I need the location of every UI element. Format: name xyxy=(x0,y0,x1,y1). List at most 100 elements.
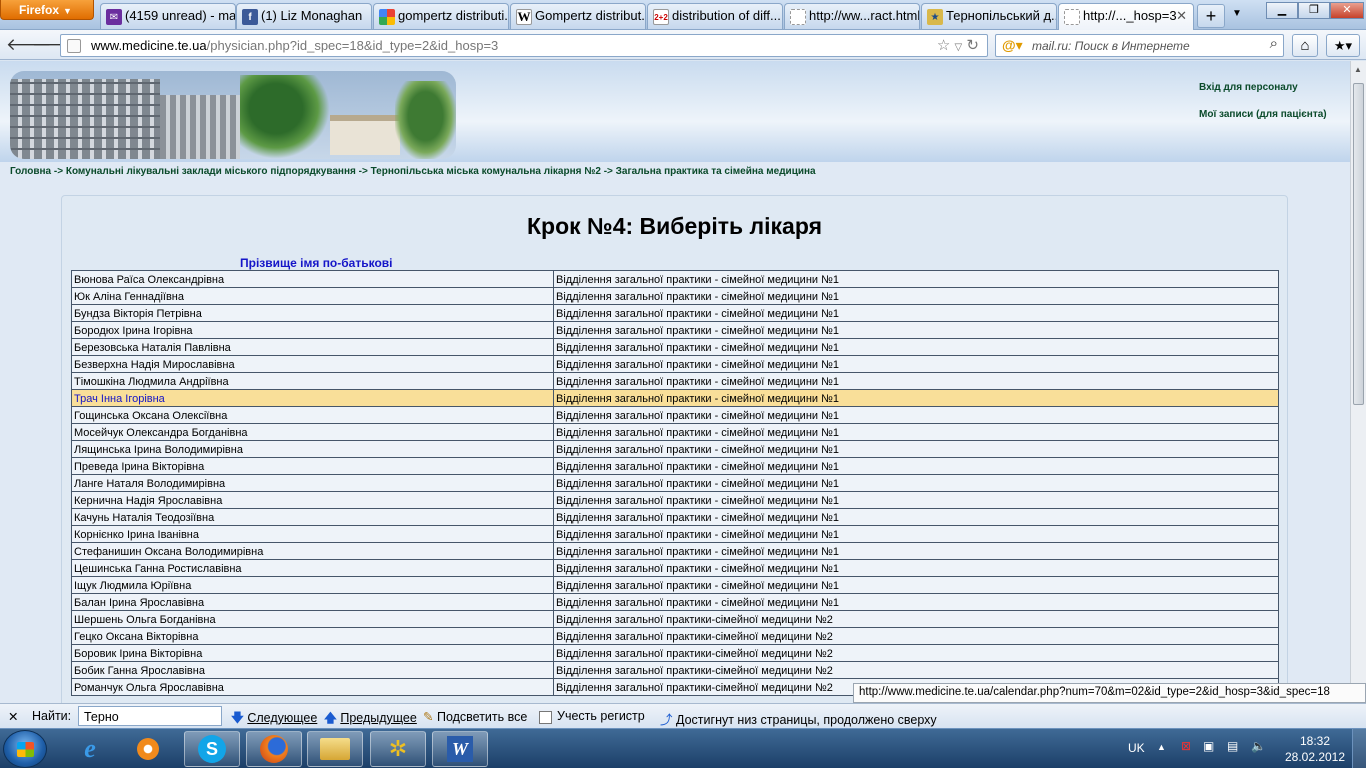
history-dropdown-icon[interactable]: ▽ xyxy=(955,42,963,53)
doctor-row[interactable]: Трач Інна Ігорівна Відділення загальної п… xyxy=(71,389,1279,407)
highlight-all-button[interactable]: ✎ Подсветить все xyxy=(423,709,527,724)
volume-icon[interactable]: 🔈 xyxy=(1251,739,1266,753)
doctor-row[interactable]: Корнієнко Ірина Іванівна Відділення загал… xyxy=(71,525,1279,543)
doctor-row[interactable]: Березовська Наталія Павлівна Відділення з… xyxy=(71,338,1279,356)
doctor-department-cell[interactable]: Відділення загальної практики - сімейної… xyxy=(553,270,1279,288)
doctor-department-cell[interactable]: Відділення загальної практики-сімейної м… xyxy=(553,610,1279,628)
start-icon[interactable] xyxy=(3,730,47,768)
doctor-row[interactable]: Вюнова Раїса Олександрівна Відділення заг… xyxy=(71,270,1279,288)
find-input[interactable] xyxy=(78,706,222,726)
doctor-department-cell[interactable]: Відділення загальної практики - сімейної… xyxy=(553,338,1279,356)
doctor-name-cell[interactable]: Безверхна Надія Мирославівна xyxy=(71,355,554,373)
doctor-name-cell[interactable]: Тімошкіна Людмила Андріївна xyxy=(71,372,554,390)
doctor-department-cell[interactable]: Відділення загальної практики - сімейної… xyxy=(553,542,1279,560)
firefox-menu-button[interactable]: Firefox ▼ xyxy=(0,0,94,20)
doctor-department-cell[interactable]: Відділення загальної практики - сімейної… xyxy=(553,457,1279,475)
doctor-row[interactable]: Балан Ірина Ярославівна Відділення загаль… xyxy=(71,593,1279,611)
doctor-row[interactable]: Гощинська Оксана Олексіївна Відділення за… xyxy=(71,406,1279,424)
doctor-name-cell[interactable]: Лящинська Ірина Володимирівна xyxy=(71,440,554,458)
doctor-department-cell[interactable]: Відділення загальної практики - сімейної… xyxy=(553,508,1279,526)
close-window-button[interactable]: ✕ xyxy=(1330,2,1364,19)
doctor-department-cell[interactable]: Відділення загальної практики - сімейної… xyxy=(553,287,1279,305)
search-icon[interactable]: ⌕ xyxy=(1270,35,1278,52)
doctor-row[interactable]: Качунь Наталія Теодозіївна Відділення заг… xyxy=(71,508,1279,526)
doctor-name-cell[interactable]: Мосейчук Олександра Богданівна xyxy=(71,423,554,441)
doctor-row[interactable]: Боровик Ірина Вікторівна Відділення загал… xyxy=(71,644,1279,662)
tab-ternopil[interactable]: ★ Тернопільський д... xyxy=(921,3,1057,29)
doctor-row[interactable]: Лящинська Ірина Володимирівна Відділення … xyxy=(71,440,1279,458)
close-tab-icon[interactable]: ✕ xyxy=(1176,8,1187,24)
search-engine-icon[interactable]: @▾ xyxy=(1002,37,1023,54)
doctor-row[interactable]: Шершень Ольга Богданівна Відділення загал… xyxy=(71,610,1279,628)
forward-button[interactable]: 🡒 xyxy=(32,34,78,56)
vertical-scrollbar[interactable]: ▲ ▼ xyxy=(1350,61,1366,703)
doctor-name-cell[interactable]: Балан Ірина Ярославівна xyxy=(71,593,554,611)
doctor-row[interactable]: Бундза Вікторія Петрівна Відділення загал… xyxy=(71,304,1279,322)
home-button[interactable]: ⌂ xyxy=(1292,34,1318,57)
doctor-row[interactable]: Гецко Оксана Вікторівна Відділення загаль… xyxy=(71,627,1279,645)
doctor-row[interactable]: Юк Аліна Геннадіївна Відділення загальної… xyxy=(71,287,1279,305)
skype-icon[interactable]: S xyxy=(184,731,240,767)
firefox-icon[interactable] xyxy=(246,731,302,767)
scroll-up-icon[interactable]: ▲ xyxy=(1354,65,1362,74)
new-tab-button[interactable]: + xyxy=(1197,4,1225,28)
back-button[interactable]: 🡐 xyxy=(6,34,52,56)
doctor-department-cell[interactable]: Відділення загальної практики-сімейної м… xyxy=(553,644,1279,662)
doctor-department-cell[interactable]: Відділення загальної практики - сімейної… xyxy=(553,355,1279,373)
doctor-row[interactable]: Преведа Ірина Вікторівна Відділення загал… xyxy=(71,457,1279,475)
tab-yahoo-mail[interactable]: ✉ (4159 unread) - ma... xyxy=(100,3,236,29)
word-icon[interactable]: W xyxy=(432,731,488,767)
doctor-department-cell[interactable]: Відділення загальної практики - сімейної… xyxy=(553,474,1279,492)
network-error-icon[interactable]: ⊠ xyxy=(1181,739,1191,753)
doctor-department-cell[interactable]: Відділення загальної практики-сімейної м… xyxy=(553,627,1279,645)
doctor-department-cell[interactable]: Відділення загальної практики - сімейної… xyxy=(553,576,1279,594)
doctor-name-cell[interactable]: Гощинська Оксана Олексіївна xyxy=(71,406,554,424)
bookmarks-button[interactable]: ★▾ xyxy=(1326,34,1360,57)
doctor-department-cell[interactable]: Відділення загальної практики - сімейної… xyxy=(553,491,1279,509)
bookmark-star-icon[interactable]: ☆ xyxy=(937,37,950,54)
doctor-row[interactable]: Тімошкіна Людмила Андріївна Відділення за… xyxy=(71,372,1279,390)
doctor-name-cell[interactable]: Шершень Ольга Богданівна xyxy=(71,610,554,628)
app-icon[interactable]: ✲ xyxy=(370,731,426,767)
doctor-name-cell[interactable]: Гецко Оксана Вікторівна xyxy=(71,627,554,645)
page-identity-icon[interactable] xyxy=(67,39,81,53)
tab-distribution[interactable]: 2+2 distribution of diff... xyxy=(647,3,783,29)
network-icon[interactable]: ▤ xyxy=(1227,739,1238,753)
doctor-department-cell[interactable]: Відділення загальної практики - сімейної… xyxy=(553,559,1279,577)
doctor-name-cell[interactable]: Корнієнко Ірина Іванівна xyxy=(71,525,554,543)
doctor-name-cell[interactable]: Стефанишин Оксана Володимирівна xyxy=(71,542,554,560)
breadcrumb[interactable]: Головна -> Комунальні лікувальні заклади… xyxy=(10,166,816,177)
doctor-name-cell[interactable]: Качунь Наталія Теодозіївна xyxy=(71,508,554,526)
doctor-department-cell[interactable]: Відділення загальної практики-сімейної м… xyxy=(553,661,1279,679)
doctor-department-cell[interactable]: Відділення загальної практики - сімейної… xyxy=(553,525,1279,543)
doctor-row[interactable]: Бобик Ганна Ярославівна Відділення загаль… xyxy=(71,661,1279,679)
find-next-button[interactable]: 🡇 Следующее xyxy=(231,709,317,730)
doctor-name-cell[interactable]: Цешинська Ганна Ростиславівна xyxy=(71,559,554,577)
doctor-department-cell[interactable]: Відділення загальної практики - сімейної… xyxy=(553,406,1279,424)
close-find-bar-icon[interactable]: ✕ xyxy=(8,709,18,724)
doctor-row[interactable]: Ланге Наталя Володимирівна Відділення заг… xyxy=(71,474,1279,492)
doctor-name-cell[interactable]: Юк Аліна Геннадіївна xyxy=(71,287,554,305)
staff-login-link[interactable]: Вхід для персоналу xyxy=(1199,82,1327,93)
doctor-row[interactable]: Цешинська Ганна Ростиславівна Відділення … xyxy=(71,559,1279,577)
doctor-name-cell[interactable]: Вюнова Раїса Олександрівна xyxy=(71,270,554,288)
tab-facebook[interactable]: f (1) Liz Monaghan xyxy=(236,3,372,29)
media-player-icon[interactable] xyxy=(120,731,176,767)
list-all-tabs-icon[interactable]: ▼ xyxy=(1232,8,1242,19)
language-indicator[interactable]: UK xyxy=(1128,741,1145,755)
doctor-name-cell[interactable]: Бобик Ганна Ярославівна xyxy=(71,661,554,679)
doctor-row[interactable]: Стефанишин Оксана Володимирівна Відділенн… xyxy=(71,542,1279,560)
doctor-name-cell[interactable]: Іщук Людмила Юріївна xyxy=(71,576,554,594)
scrollbar-thumb[interactable] xyxy=(1353,83,1364,405)
doctor-name-cell[interactable]: Боровик Ірина Вікторівна xyxy=(71,644,554,662)
doctor-row[interactable]: Безверхна Надія Мирославівна Відділення з… xyxy=(71,355,1279,373)
doctor-row[interactable]: Мосейчук Олександра Богданівна Відділення… xyxy=(71,423,1279,441)
doctor-row[interactable]: Іщук Людмила Юріївна Відділення загальної… xyxy=(71,576,1279,594)
doctor-row[interactable]: Кернична Надія Ярославівна Відділення заг… xyxy=(71,491,1279,509)
internet-explorer-icon[interactable]: e xyxy=(62,731,118,767)
doctor-department-cell[interactable]: Відділення загальної практики - сімейної… xyxy=(553,389,1279,407)
doctor-name-cell[interactable]: Березовська Наталія Павлівна xyxy=(71,338,554,356)
doctor-department-cell[interactable]: Відділення загальної практики - сімейної… xyxy=(553,423,1279,441)
find-previous-button[interactable]: 🡅 Предыдущее xyxy=(324,709,417,730)
doctor-name-cell[interactable]: Трач Інна Ігорівна xyxy=(71,389,554,407)
